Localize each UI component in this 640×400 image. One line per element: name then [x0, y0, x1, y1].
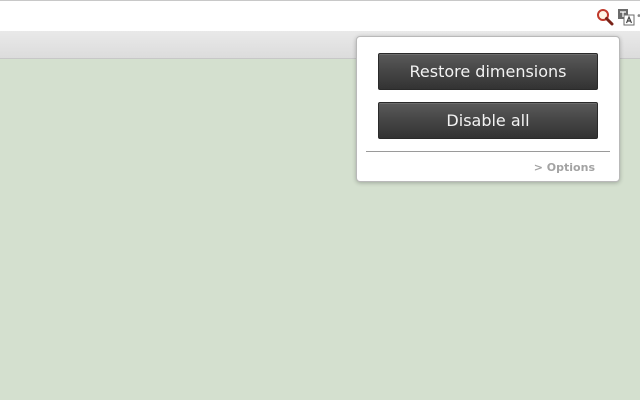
extension-popup: Restore dimensions Disable all > Options — [356, 36, 620, 182]
options-link[interactable]: > Options — [534, 161, 595, 174]
restore-dimensions-button[interactable]: Restore dimensions — [378, 53, 598, 90]
address-bar[interactable] — [0, 5, 590, 29]
extension-icons: • — [593, 8, 640, 26]
disable-all-button[interactable]: Disable all — [378, 102, 598, 139]
translate-icon[interactable] — [617, 8, 635, 26]
toolbar-overflow-icon[interactable]: • — [636, 8, 640, 26]
browser-toolbar: • — [0, 0, 640, 31]
popup-divider — [366, 151, 610, 152]
magnifier-icon[interactable] — [596, 8, 614, 26]
